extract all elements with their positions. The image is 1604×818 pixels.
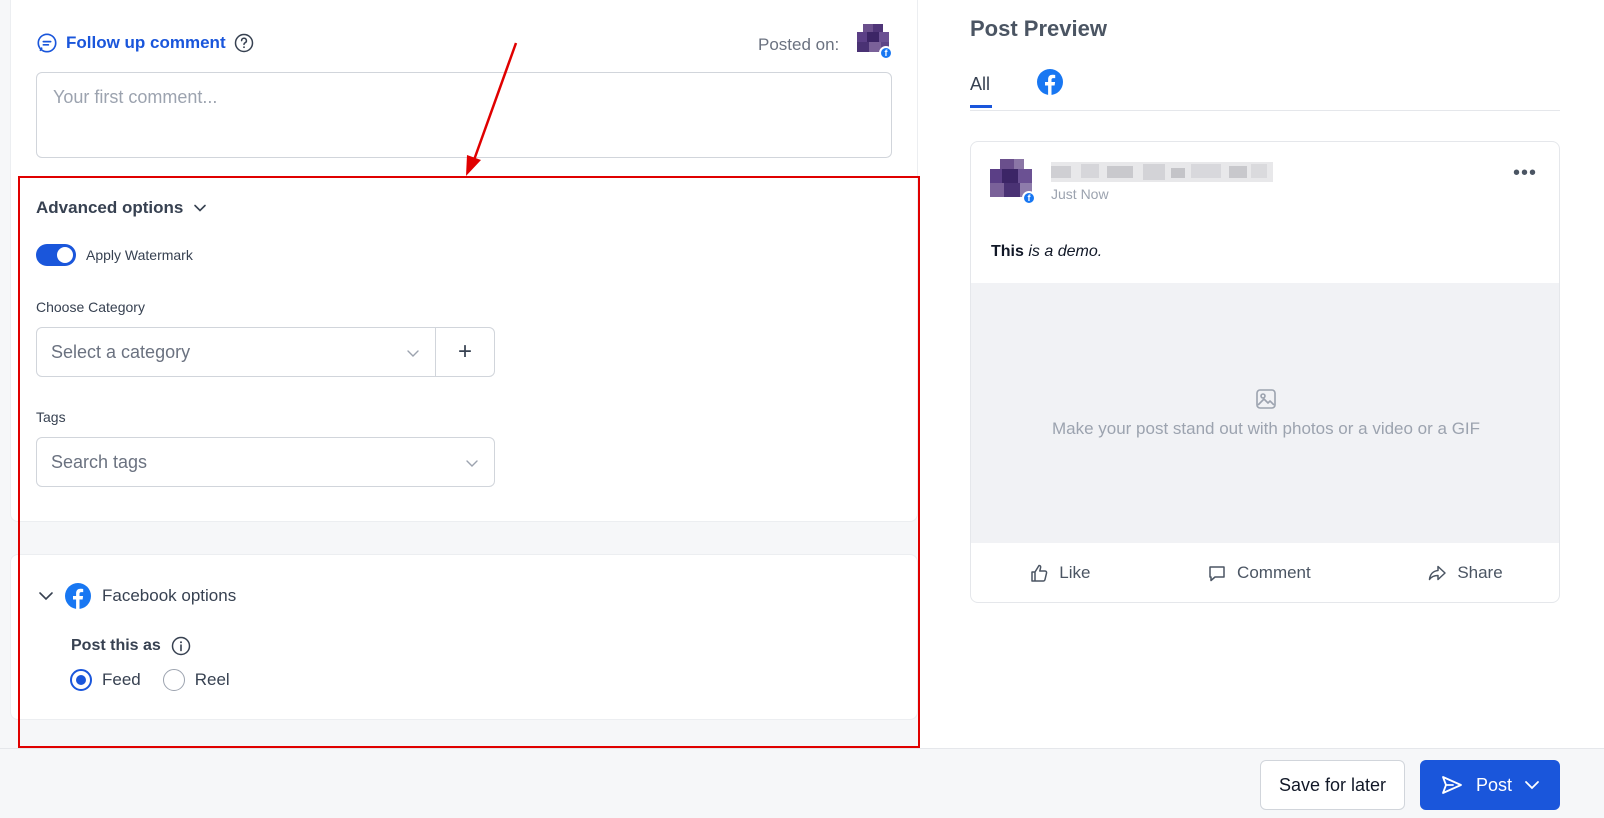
post-text-bold: This bbox=[991, 243, 1024, 260]
advanced-options-toggle[interactable]: Advanced options bbox=[36, 198, 207, 218]
watermark-label: Apply Watermark bbox=[86, 247, 193, 263]
radio-reel[interactable]: Reel bbox=[162, 669, 230, 691]
tags-select[interactable]: Search tags bbox=[36, 437, 495, 487]
comment-icon bbox=[1209, 566, 1225, 582]
post-text: This is a demo. bbox=[991, 243, 1102, 261]
posted-on-label: Posted on: bbox=[758, 35, 840, 54]
follow-up-comment-label[interactable]: Follow up comment bbox=[66, 33, 226, 53]
post-type-radio-group: Feed Reel bbox=[70, 669, 230, 691]
chat-icon bbox=[37, 33, 57, 53]
like-button[interactable]: Like bbox=[1029, 563, 1090, 583]
tags-placeholder: Search tags bbox=[51, 451, 148, 472]
like-label: Like bbox=[1059, 563, 1091, 582]
help-icon[interactable] bbox=[234, 33, 254, 53]
advanced-options-label: Advanced options bbox=[36, 198, 184, 217]
facebook-icon bbox=[65, 583, 91, 609]
radio-feed-control[interactable] bbox=[70, 669, 92, 691]
account-avatar[interactable]: f bbox=[857, 24, 893, 60]
plus-icon: + bbox=[457, 338, 472, 365]
image-icon bbox=[1256, 389, 1276, 409]
thumbs-up-icon bbox=[1031, 564, 1048, 582]
share-label: Share bbox=[1457, 563, 1503, 582]
media-placeholder: Make your post stand out with photos or … bbox=[971, 283, 1559, 543]
send-icon bbox=[1442, 776, 1462, 794]
tab-facebook[interactable] bbox=[1036, 68, 1064, 101]
post-label: Post bbox=[1475, 774, 1513, 795]
post-preview-title: Post Preview bbox=[970, 16, 1107, 41]
author-avatar: f bbox=[990, 159, 1036, 205]
tags-label: Tags bbox=[36, 409, 66, 425]
media-hint: Make your post stand out with photos or … bbox=[1051, 419, 1481, 438]
post-actions: Like Comment Share bbox=[971, 543, 1559, 602]
first-comment-input[interactable]: Your first comment... bbox=[36, 72, 892, 158]
chevron-down-icon bbox=[194, 204, 207, 212]
follow-up-comment-header: Follow up comment bbox=[36, 32, 254, 54]
radio-reel-control[interactable] bbox=[162, 669, 185, 691]
post-timestamp: Just Now bbox=[1051, 186, 1109, 202]
info-icon[interactable] bbox=[171, 636, 191, 656]
facebook-badge-icon: f bbox=[879, 46, 893, 60]
post-as-header: Post this as bbox=[71, 636, 191, 656]
facebook-post-preview: f Just Now ••• This is a demo. Make your… bbox=[970, 141, 1560, 603]
more-options-icon[interactable]: ••• bbox=[1513, 162, 1537, 185]
post-button[interactable]: Post bbox=[1420, 760, 1560, 810]
share-button[interactable]: Share bbox=[1427, 563, 1503, 583]
radio-reel-label: Reel bbox=[194, 670, 230, 689]
facebook-options-label: Facebook options bbox=[102, 586, 237, 605]
share-icon bbox=[1429, 565, 1447, 581]
save-for-later-button[interactable]: Save for later bbox=[1260, 760, 1405, 810]
add-category-button[interactable]: + bbox=[435, 327, 495, 377]
chevron-down-icon[interactable] bbox=[1524, 777, 1540, 793]
facebook-badge-icon: f bbox=[1022, 191, 1036, 205]
category-placeholder: Select a category bbox=[51, 341, 191, 362]
post-as-label: Post this as bbox=[71, 637, 161, 654]
radio-feed-label: Feed bbox=[102, 670, 141, 689]
chevron-down-icon bbox=[407, 350, 419, 357]
first-comment-placeholder: Your first comment... bbox=[53, 87, 218, 107]
comment-button[interactable]: Comment bbox=[1207, 563, 1311, 583]
post-text-italic: is a demo. bbox=[1028, 243, 1103, 260]
facebook-options-header[interactable]: Facebook options bbox=[38, 582, 236, 610]
preview-tabs: All bbox=[970, 68, 1560, 111]
facebook-icon bbox=[1037, 69, 1063, 95]
chevron-down-icon bbox=[39, 592, 53, 601]
category-select[interactable]: Select a category bbox=[36, 327, 436, 377]
comment-label: Comment bbox=[1237, 563, 1311, 582]
tab-all[interactable]: All bbox=[970, 74, 992, 108]
radio-feed[interactable]: Feed bbox=[70, 669, 141, 691]
watermark-toggle[interactable] bbox=[36, 244, 76, 266]
chevron-down-icon bbox=[466, 460, 478, 467]
category-label: Choose Category bbox=[36, 299, 145, 315]
blurred-author-name bbox=[1051, 162, 1273, 182]
